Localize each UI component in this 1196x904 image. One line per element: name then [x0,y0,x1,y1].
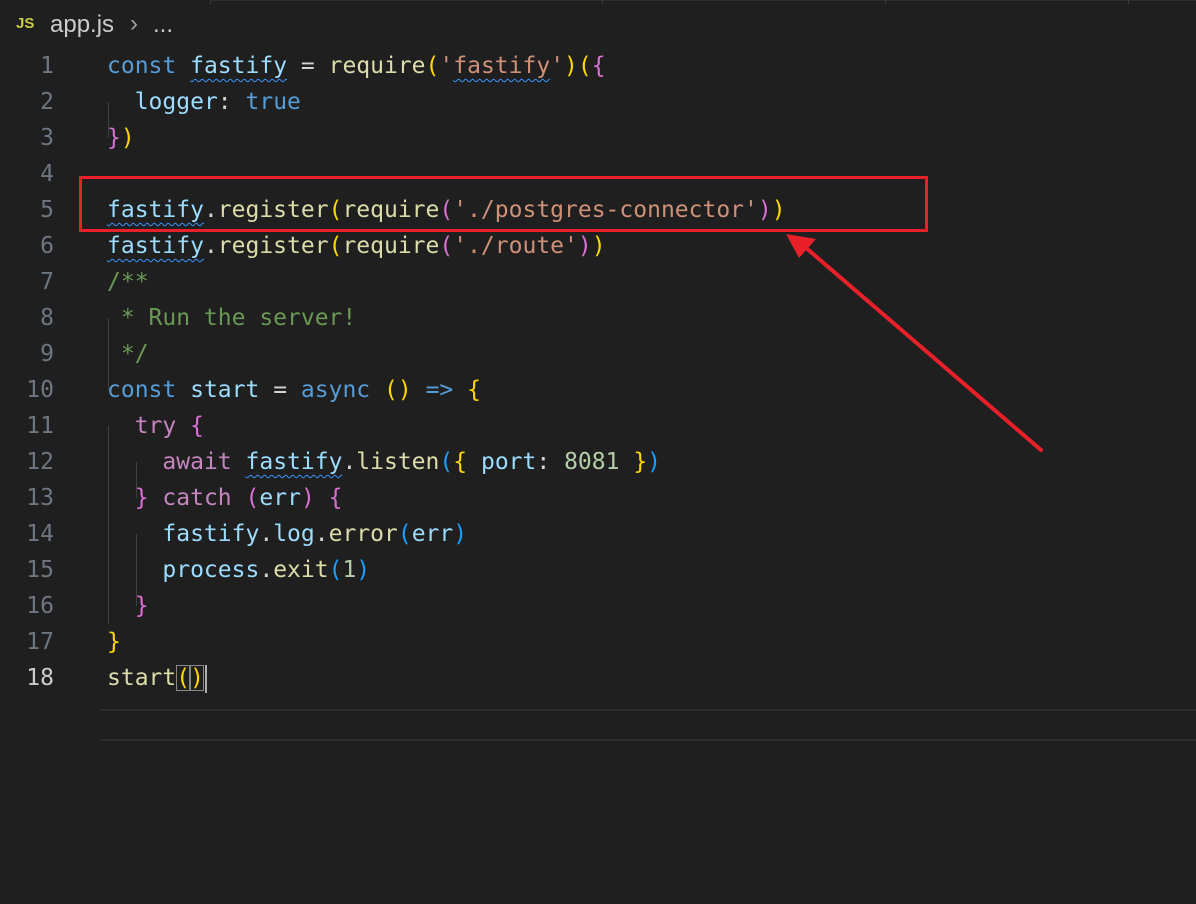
arrow-icon [786,234,1043,452]
